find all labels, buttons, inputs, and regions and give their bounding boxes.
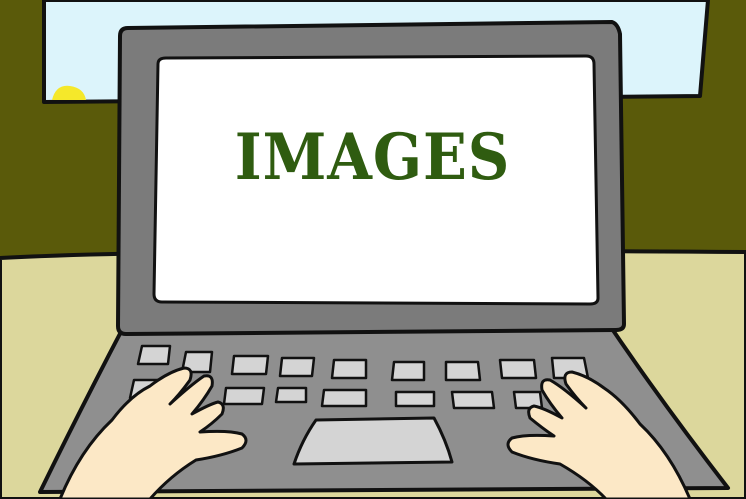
trackpad xyxy=(292,416,454,466)
key xyxy=(274,386,308,404)
key xyxy=(278,356,316,378)
laptop-illustration xyxy=(0,0,746,499)
key xyxy=(330,358,368,380)
key xyxy=(394,390,436,408)
key xyxy=(450,390,496,410)
key xyxy=(230,354,270,376)
key xyxy=(222,386,266,406)
key xyxy=(136,344,172,366)
key xyxy=(444,360,482,382)
key xyxy=(498,358,538,380)
key xyxy=(390,360,426,382)
illustration-scene: IMAGES xyxy=(0,0,746,499)
key xyxy=(320,388,368,408)
screen-title: IMAGES xyxy=(234,119,511,195)
